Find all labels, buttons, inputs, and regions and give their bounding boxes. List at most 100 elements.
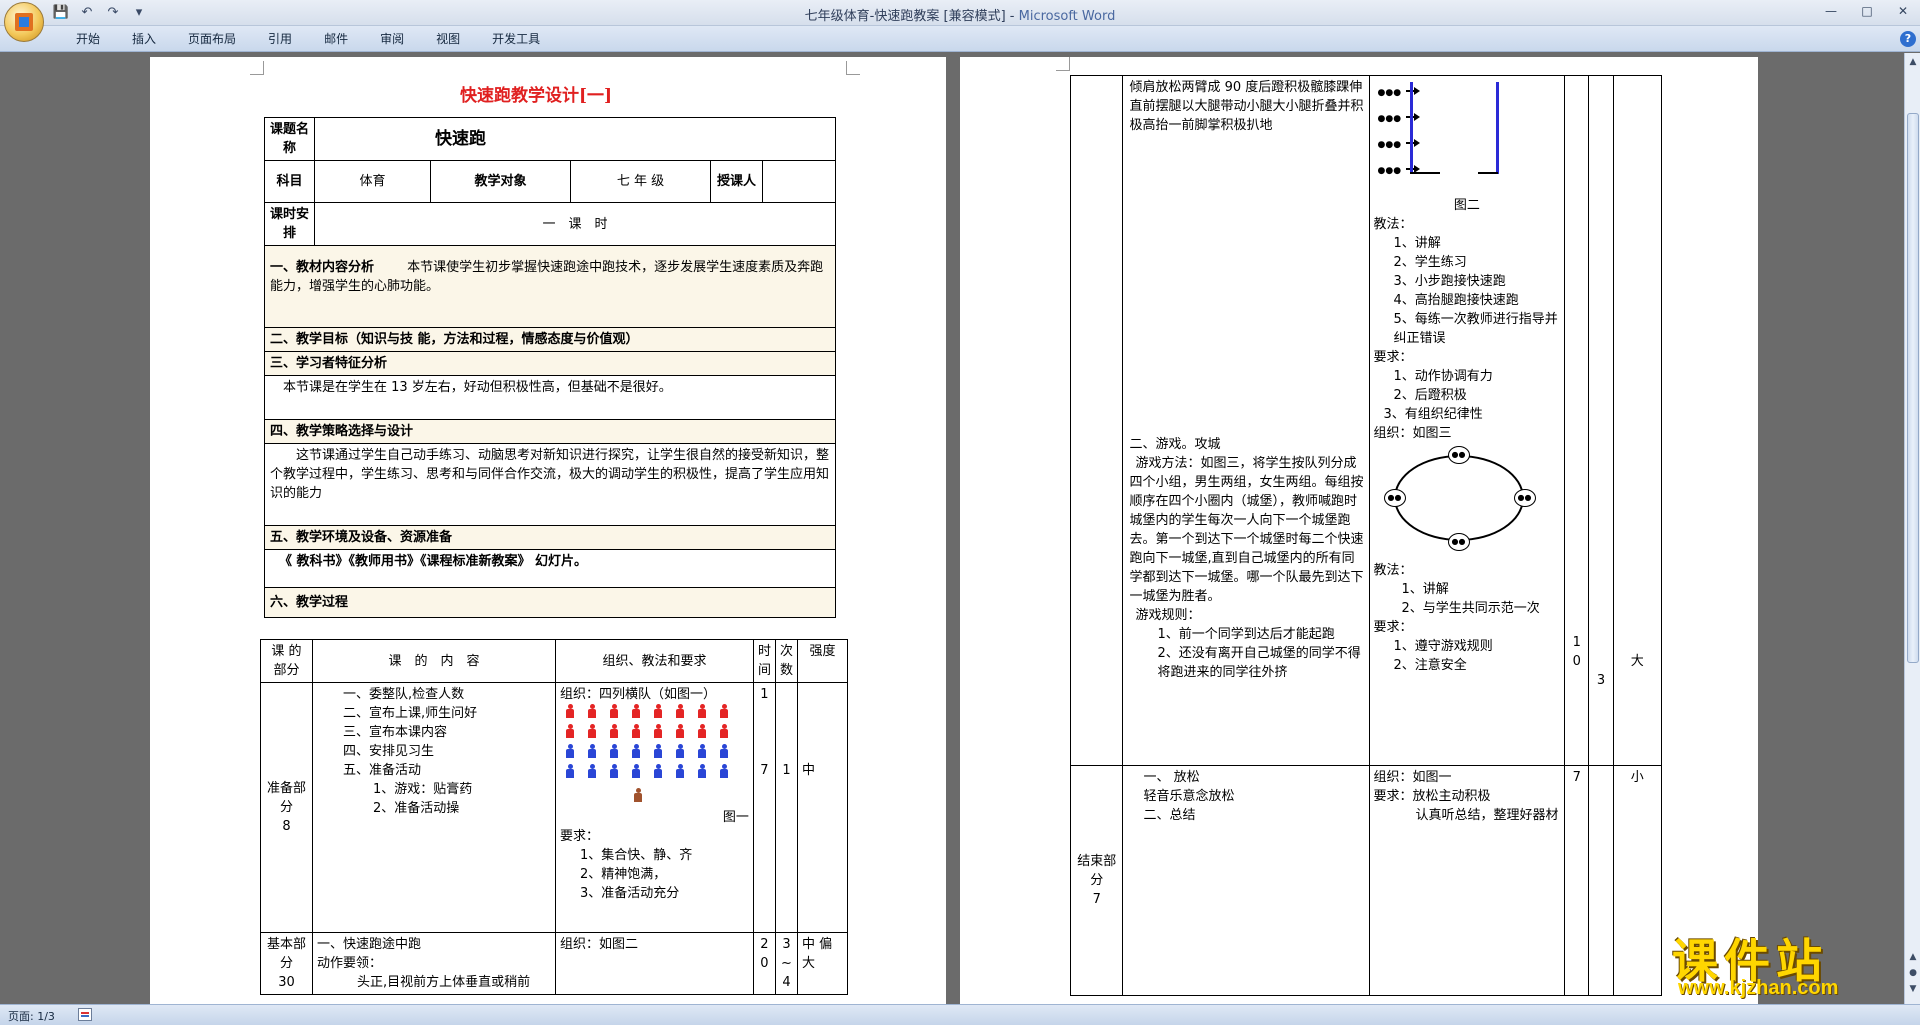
subject-value: 体育: [314, 160, 431, 203]
prep-req-title: 要求：: [559, 829, 599, 844]
castle-node: ●●: [1447, 446, 1470, 464]
req2-item: 2、注意安全: [1393, 658, 1467, 673]
proofing-icon[interactable]: [78, 1008, 92, 1021]
prep-part-minutes: 8: [282, 819, 291, 834]
runner-group-icon: ●●●: [1377, 166, 1402, 176]
prep-org-cell: 组织：四列横队（如图一） 图一 要求： 1、集合快、静、齐 2、精神饱满， 3、…: [554, 682, 754, 933]
prep-time-2: 7: [760, 763, 769, 778]
scroll-up-icon[interactable]: ▲: [1906, 55, 1920, 69]
method-item: 3、小步跑接快速跑: [1393, 274, 1506, 289]
tab-references[interactable]: 引用: [252, 30, 308, 48]
req-item: 2、后蹬积极: [1393, 388, 1467, 403]
tab-mailings[interactable]: 邮件: [308, 30, 364, 48]
page-2[interactable]: 倾肩放松两臂成 90 度后蹬积极髋膝踝伸直前摆腿以大腿带动小腿大小腿折叠并积极高…: [960, 57, 1758, 1004]
prep-intensity-cell: 中: [796, 682, 849, 933]
target-value: 七 年 级: [570, 160, 711, 203]
basic-cont-time-cell: 10: [1564, 75, 1590, 766]
runner-group-icon: ●●●: [1377, 114, 1402, 124]
end-part-label: 结束部分: [1077, 854, 1117, 888]
formation-row-blue: [564, 764, 749, 784]
tab-view[interactable]: 视图: [420, 30, 476, 48]
ribbon: 开始 插入 页面布局 引用 邮件 审阅 视图 开发工具 ?: [0, 26, 1920, 52]
header-count: 次数: [774, 639, 798, 683]
close-icon[interactable]: ✕: [1892, 2, 1914, 20]
help-icon[interactable]: ?: [1900, 31, 1916, 47]
basic-part-cell: 基本部分 30: [260, 932, 313, 995]
basic-part-cont-cell: [1069, 75, 1124, 766]
tab-review[interactable]: 审阅: [364, 30, 420, 48]
rule-item: 1、前一个同学到达后才能起跑: [1157, 627, 1335, 642]
finish-line: [1495, 82, 1499, 174]
title-bar: 💾 ↶ ↷ ▾ 七年级体育-快速跑教案 [兼容模式] - Microsoft W…: [0, 0, 1920, 26]
org-figure-3: 组织：如图三: [1373, 426, 1452, 441]
basic-cont-count-cell: 3: [1588, 75, 1614, 766]
prep-org-title: 组织：四列横队（如图一）: [559, 687, 716, 702]
office-button[interactable]: [4, 2, 44, 42]
section-2-title: 二、教学目标（知识与技 能，方法和过程，情感态度与价值观）: [264, 327, 836, 352]
tab-home[interactable]: 开始: [60, 30, 116, 48]
end-intensity: 小: [1612, 765, 1663, 996]
page-title: 快速跑教学设计[一]: [460, 86, 613, 106]
end-part-minutes: 7: [1092, 892, 1101, 907]
basic-content-cell: 一、快速跑途中跑 动作要领： 头正,目视前方上体垂直或稍前: [311, 932, 556, 995]
tab-page-layout[interactable]: 页面布局: [172, 30, 252, 48]
prep-content-cell: 一、委整队,检查人数 二、宣布上课,师生问好 三、宣布本课内容 四、安排见习生 …: [311, 682, 556, 933]
req-item: 1、动作协调有力: [1393, 369, 1493, 384]
course-name-label: 课题名称: [264, 117, 315, 161]
prep-content-item: 四、安排见习生: [342, 744, 434, 759]
method2-title: 教法：: [1373, 563, 1413, 578]
basic-cont-intensity: 大: [1630, 654, 1644, 669]
end-org-cell: 组织：如图一 要求：放松主动积极 认真听总结，整理好器材: [1368, 765, 1566, 996]
tab-developer[interactable]: 开发工具: [476, 30, 556, 48]
castle-node: ●●: [1513, 489, 1536, 507]
game-method: 游戏方法：如图三，将学生按队列分成四个小组，男生两组，女生两组。每组按顺序在四个…: [1129, 456, 1364, 604]
basic-count: 3~4: [774, 932, 798, 995]
vertical-scrollbar[interactable]: ▲ ▲ ● ▼: [1904, 53, 1920, 1004]
status-bar: 页面: 1/3: [0, 1004, 1920, 1025]
next-page-icon[interactable]: ▼: [1906, 982, 1920, 996]
end-content-item: 二、总结: [1143, 808, 1196, 823]
method-item: 1、讲解: [1393, 236, 1441, 251]
basic-part-label: 基本部分: [266, 937, 306, 971]
page-corner-mark: [250, 61, 264, 75]
prev-page-icon[interactable]: ▲: [1906, 950, 1920, 964]
minimize-icon[interactable]: —: [1820, 2, 1842, 20]
info-table: 课题名称 快速跑 科目 体育 教学对象 七 年 级 授课人 课时安排 一 课 时…: [264, 117, 836, 618]
status-page-count[interactable]: 页面: 1/3: [8, 1008, 55, 1024]
document-title: 七年级体育-快速跑教案 [兼容模式] -: [804, 9, 1019, 24]
lane-line: [1477, 172, 1498, 174]
figure-1-label: 图一: [722, 810, 749, 825]
end-org: 组织：如图一: [1373, 770, 1452, 785]
prep-content-item: 一、委整队,检查人数: [342, 687, 465, 702]
rule-item: 2、还没有离开自己城堡的同学不得将跑进来的同学往外挤: [1157, 646, 1361, 680]
scroll-thumb[interactable]: [1907, 113, 1919, 663]
end-content-item: 轻音乐意念放松: [1143, 789, 1235, 804]
req-item: 3、有组织纪律性: [1383, 407, 1483, 422]
prep-req-item: 1、集合快、静、齐: [579, 848, 693, 863]
maximize-icon[interactable]: □: [1856, 2, 1878, 20]
app-name: Microsoft Word: [1018, 9, 1116, 24]
select-browse-object-icon[interactable]: ●: [1906, 966, 1920, 980]
prep-intensity: 中: [801, 763, 815, 778]
hours-label: 课时安排: [264, 202, 315, 246]
hours-value: 一 课 时: [314, 202, 836, 246]
end-req-title: 要求：放松主动积极: [1373, 789, 1491, 804]
site-watermark-logo: 课件站 www.kjzhan.com: [1670, 925, 1902, 1003]
end-content-cell: 一、 放松 轻音乐意念放松 二、总结: [1122, 765, 1370, 996]
teacher-label: 授课人: [710, 160, 763, 203]
formation-row-blue: [564, 744, 749, 764]
tab-insert[interactable]: 插入: [116, 30, 172, 48]
section-6-title: 六、教学过程: [264, 587, 836, 618]
end-count: [1588, 765, 1614, 996]
basic-cont-time: 10: [1572, 635, 1581, 669]
watermark-url: www.kjzhan.com: [1678, 977, 1839, 999]
document-area[interactable]: 快速跑教学设计[一] 课题名称 快速跑 科目 体育 教学对象 七 年 级 授课人…: [0, 53, 1904, 1004]
lane-line: [1409, 172, 1440, 174]
header-content: 课 的 内 容: [311, 639, 556, 683]
prep-count-cell: 1: [774, 682, 798, 933]
game-title: 二、游戏。攻城: [1129, 437, 1221, 452]
page-1[interactable]: 快速跑教学设计[一] 课题名称 快速跑 科目 体育 教学对象 七 年 级 授课人…: [150, 57, 946, 1004]
basic-content-item: 动作要领：: [316, 956, 382, 971]
basic-part-minutes: 30: [278, 975, 295, 990]
formation-row-red: [564, 704, 749, 724]
